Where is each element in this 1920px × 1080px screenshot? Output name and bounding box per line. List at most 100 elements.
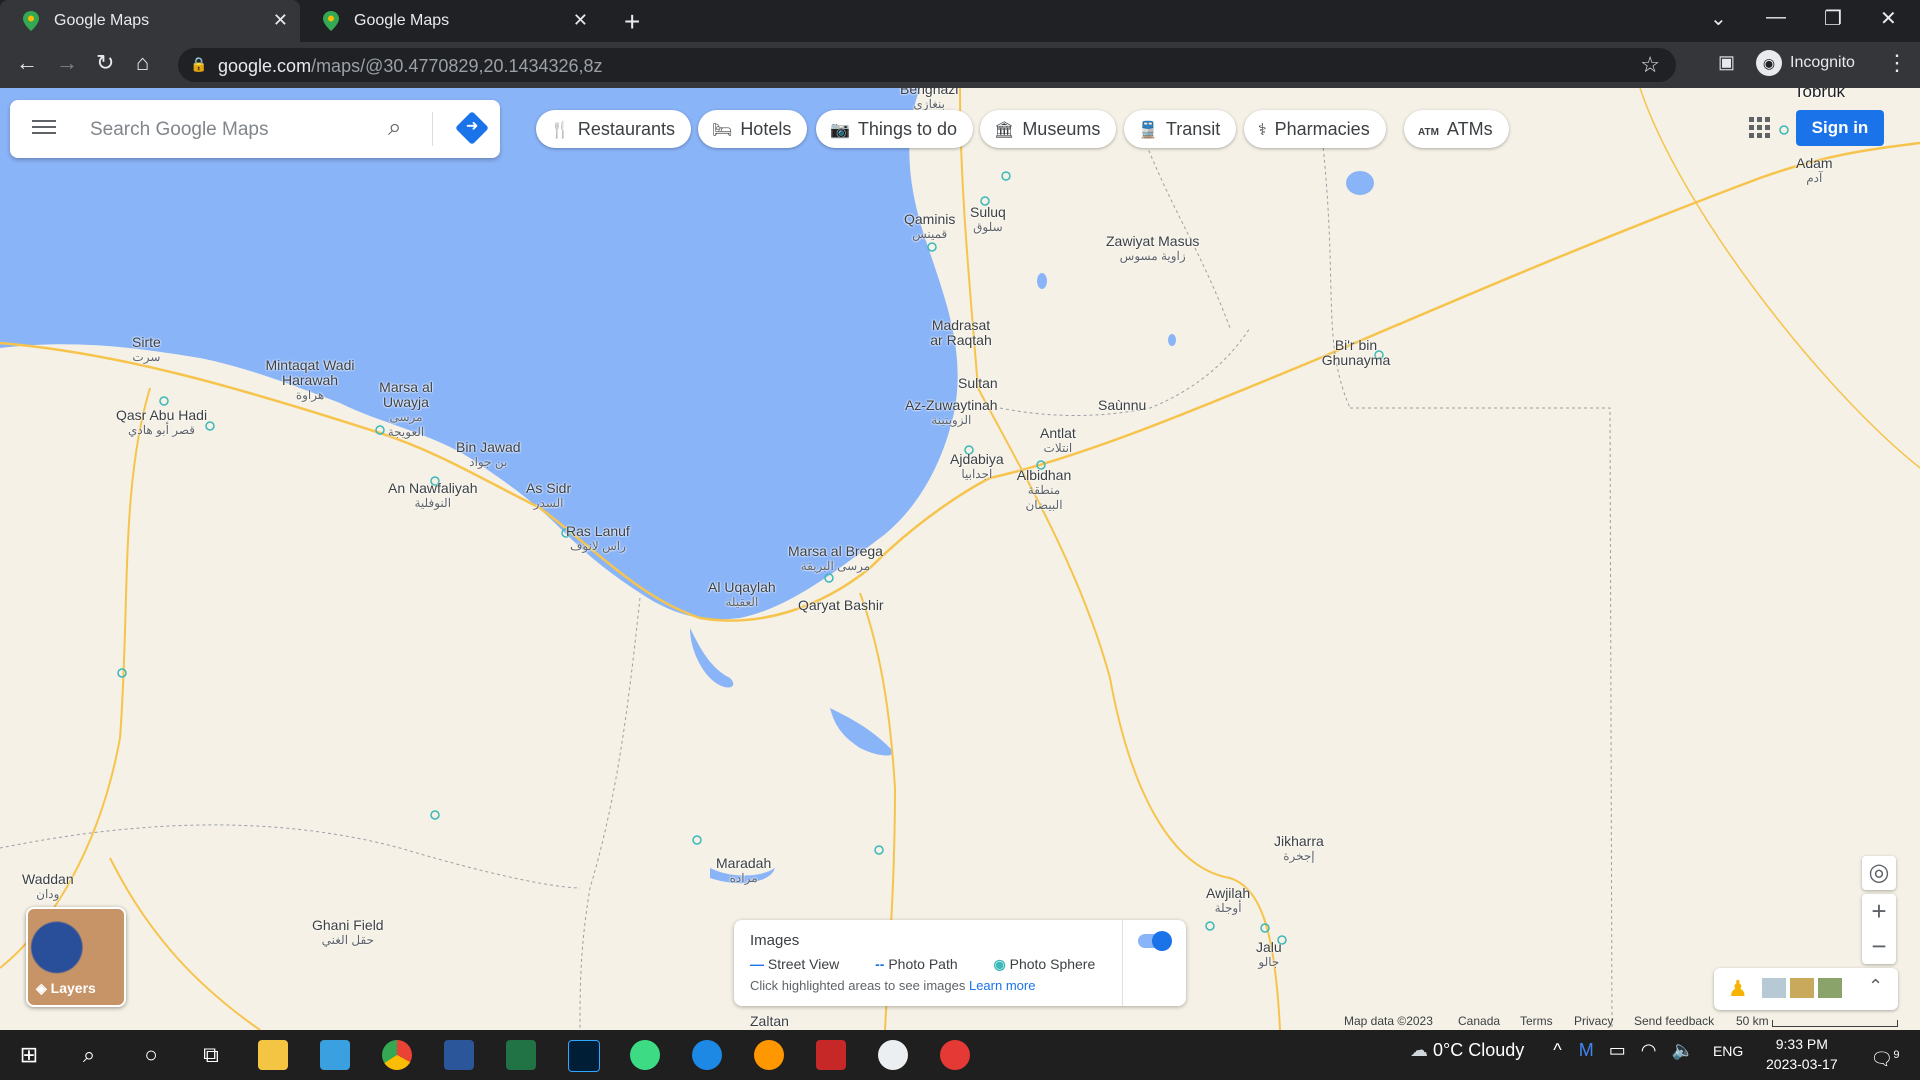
google-apps-icon[interactable]	[1748, 116, 1772, 140]
chevron-up-icon[interactable]: ^	[1553, 1040, 1561, 1060]
home-button[interactable]: ⌂	[136, 50, 149, 76]
map-canvas[interactable]: Benghazi بنغازي Tobruk Adam آدم Qaminis قمي…	[0, 88, 1920, 1030]
language-indicator[interactable]: ENG	[1713, 1043, 1743, 1059]
images-toggle[interactable]	[1138, 931, 1172, 951]
place-ghani-field[interactable]: Ghani Field حقل الغني	[312, 918, 384, 948]
place-qaminis[interactable]: Qaminis قمينس	[904, 212, 955, 242]
zoom-out-button[interactable]: −	[1862, 929, 1896, 964]
chip-things-to-do[interactable]: 📷 Things to do	[816, 110, 973, 148]
chip-restaurants[interactable]: 🍴 Restaurants	[536, 110, 691, 148]
search-input[interactable]	[88, 114, 372, 146]
place-sultan[interactable]: Sultan	[958, 376, 998, 391]
flash-app-icon[interactable]	[940, 1040, 970, 1070]
place-bin-jawad[interactable]: Bin Jawad بن جواد	[456, 440, 521, 470]
tab-search-chevron-icon[interactable]: ⌄	[1710, 6, 1727, 31]
place-suluq[interactable]: Suluq سلوق	[970, 205, 1006, 235]
mu-app-icon[interactable]	[692, 1040, 722, 1070]
minimize-button[interactable]: —	[1766, 6, 1786, 29]
place-as-sidr[interactable]: As Sidr السدر	[526, 481, 571, 511]
chip-hotels[interactable]: 🛏 Hotels	[698, 110, 808, 148]
place-qasr-abu-hadi[interactable]: Qasr Abu Hadi قصر أبو هادي	[116, 408, 207, 438]
chip-transit[interactable]: 🚆 Transit	[1124, 110, 1237, 148]
notifications-icon[interactable]: 🗨9	[1864, 1034, 1906, 1076]
place-an-nawfaliyah[interactable]: An Nawfaliyah النوفلية	[388, 481, 478, 511]
file-explorer-icon[interactable]	[258, 1040, 288, 1070]
back-button[interactable]: ←	[16, 50, 38, 76]
place-marsa-al-brega[interactable]: Marsa al Brega مرسى البريقة	[788, 544, 883, 574]
tab-google-maps-2[interactable]: Google Maps ✕	[300, 0, 600, 42]
imagery-thumb[interactable]	[1818, 978, 1842, 998]
imagery-thumb[interactable]	[1762, 978, 1786, 998]
place-ajdabiya[interactable]: Ajdabiya اجدابيا	[950, 452, 1004, 482]
place-albidhan[interactable]: Albidhan منطقة البيضان	[1016, 468, 1072, 513]
chip-museums[interactable]: 🏛 Museums	[980, 110, 1117, 148]
scale-label[interactable]: 50 km	[1736, 1014, 1769, 1028]
place-jikharra[interactable]: Jikharra إجخرة	[1274, 834, 1324, 864]
new-tab-button[interactable]: +	[624, 6, 640, 38]
cortana-icon[interactable]: ○	[130, 1034, 172, 1076]
m-app-tray-icon[interactable]: M	[1579, 1040, 1594, 1060]
side-panel-icon[interactable]: ▣	[1718, 52, 1735, 73]
place-saunnu[interactable]: Saùnnu	[1098, 398, 1146, 413]
close-tab-icon[interactable]: ✕	[573, 10, 588, 31]
place-madrasat-ar-raqtah[interactable]: Madrasat ar Raqtah	[926, 318, 996, 348]
pegman-icon[interactable]: ♟	[1728, 976, 1748, 1002]
windows-start-icon[interactable]: ⊞	[8, 1034, 50, 1076]
excel-icon[interactable]	[506, 1040, 536, 1070]
place-antlat[interactable]: Antlat انتلات	[1040, 426, 1076, 456]
video-app-icon[interactable]	[816, 1040, 846, 1070]
privacy-link[interactable]: Privacy	[1574, 1014, 1613, 1028]
close-tab-icon[interactable]: ✕	[273, 10, 288, 31]
bookmark-star-icon[interactable]: ☆	[1640, 52, 1660, 78]
place-marsa-al-uwayja[interactable]: Marsa al Uwayja مرسى العويجة	[376, 380, 436, 440]
control-panel-icon[interactable]	[320, 1040, 350, 1070]
task-view-icon[interactable]: ⧉	[190, 1034, 232, 1076]
incognito-profile[interactable]: ◉ Incognito	[1756, 50, 1855, 76]
volume-icon[interactable]: 🔈	[1672, 1040, 1694, 1060]
restore-button[interactable]: ❐	[1824, 6, 1842, 31]
zoom-in-button[interactable]: +	[1862, 894, 1896, 929]
clock[interactable]: 9:33 PM 2023-03-17	[1766, 1034, 1838, 1074]
place-al-uqaylah[interactable]: Al Uqaylah العقيلة	[708, 580, 776, 610]
my-location-button[interactable]: ◎	[1862, 856, 1896, 890]
address-bar[interactable]: 🔒 google.com/maps/@30.4770829,20.1434326…	[178, 48, 1676, 82]
media-app-icon[interactable]	[754, 1040, 784, 1070]
learn-more-link[interactable]: Learn more	[969, 978, 1035, 993]
place-ras-lanuf[interactable]: Ras Lanuf راس لانوف	[566, 524, 630, 554]
search-icon[interactable]: ⌕	[68, 1034, 110, 1076]
word-icon[interactable]	[444, 1040, 474, 1070]
disc-app-icon[interactable]	[878, 1040, 908, 1070]
tab-google-maps-1[interactable]: Google Maps ✕	[0, 0, 300, 42]
wifi-icon[interactable]: ◠	[1641, 1040, 1657, 1060]
place-jalu[interactable]: Jalu جالو	[1256, 940, 1282, 970]
place-adam[interactable]: Adam آدم	[1796, 156, 1833, 186]
sign-in-button[interactable]: Sign in	[1796, 110, 1884, 146]
chrome-icon[interactable]	[382, 1040, 412, 1070]
hamburger-menu-icon[interactable]	[32, 116, 56, 140]
terms-link[interactable]: Terms	[1520, 1014, 1553, 1028]
place-waddan[interactable]: Waddan ودان	[22, 872, 74, 902]
directions-icon[interactable]	[455, 111, 489, 145]
place-qaryat-bashir[interactable]: Qaryat Bashir	[798, 598, 884, 613]
close-window-button[interactable]: ✕	[1880, 6, 1897, 31]
place-az-zuwaytinah[interactable]: Az-Zuwaytinah الزويتينة	[905, 398, 998, 428]
place-awjilah[interactable]: Awjilah أوجلة	[1206, 886, 1250, 916]
imagery-thumb[interactable]	[1790, 978, 1814, 998]
search-icon[interactable]: ⌕	[388, 114, 401, 142]
place-zaltan[interactable]: Zaltan	[750, 1014, 789, 1029]
send-feedback-link[interactable]: Send feedback	[1634, 1014, 1714, 1028]
place-maradah[interactable]: Maradah مرادة	[716, 856, 771, 886]
photoshop-icon[interactable]	[568, 1040, 600, 1072]
chevron-up-icon[interactable]: ⌃	[1868, 976, 1883, 997]
place-benghazi[interactable]: Benghazi بنغازي	[900, 88, 958, 112]
weather-text[interactable]: 0°C Cloudy	[1433, 1040, 1524, 1060]
more-menu-icon[interactable]: ⋮	[1886, 50, 1908, 76]
forward-button[interactable]: →	[56, 50, 78, 76]
country-link[interactable]: Canada	[1458, 1014, 1500, 1028]
layers-button[interactable]: ◈ Layers	[26, 907, 126, 1007]
place-bir-bin-ghunayma[interactable]: Bi'r bin Ghunayma	[1318, 338, 1394, 368]
place-mintaqat-wadi-harawah[interactable]: Mintaqat Wadi Harawah هراوة	[258, 358, 362, 403]
place-zawiyat-masus[interactable]: Zawiyat Masus زاوية مسوس	[1106, 234, 1199, 264]
place-sirte[interactable]: Sirte سرت	[132, 335, 161, 365]
chip-atms[interactable]: ATM ATMs	[1404, 110, 1509, 148]
